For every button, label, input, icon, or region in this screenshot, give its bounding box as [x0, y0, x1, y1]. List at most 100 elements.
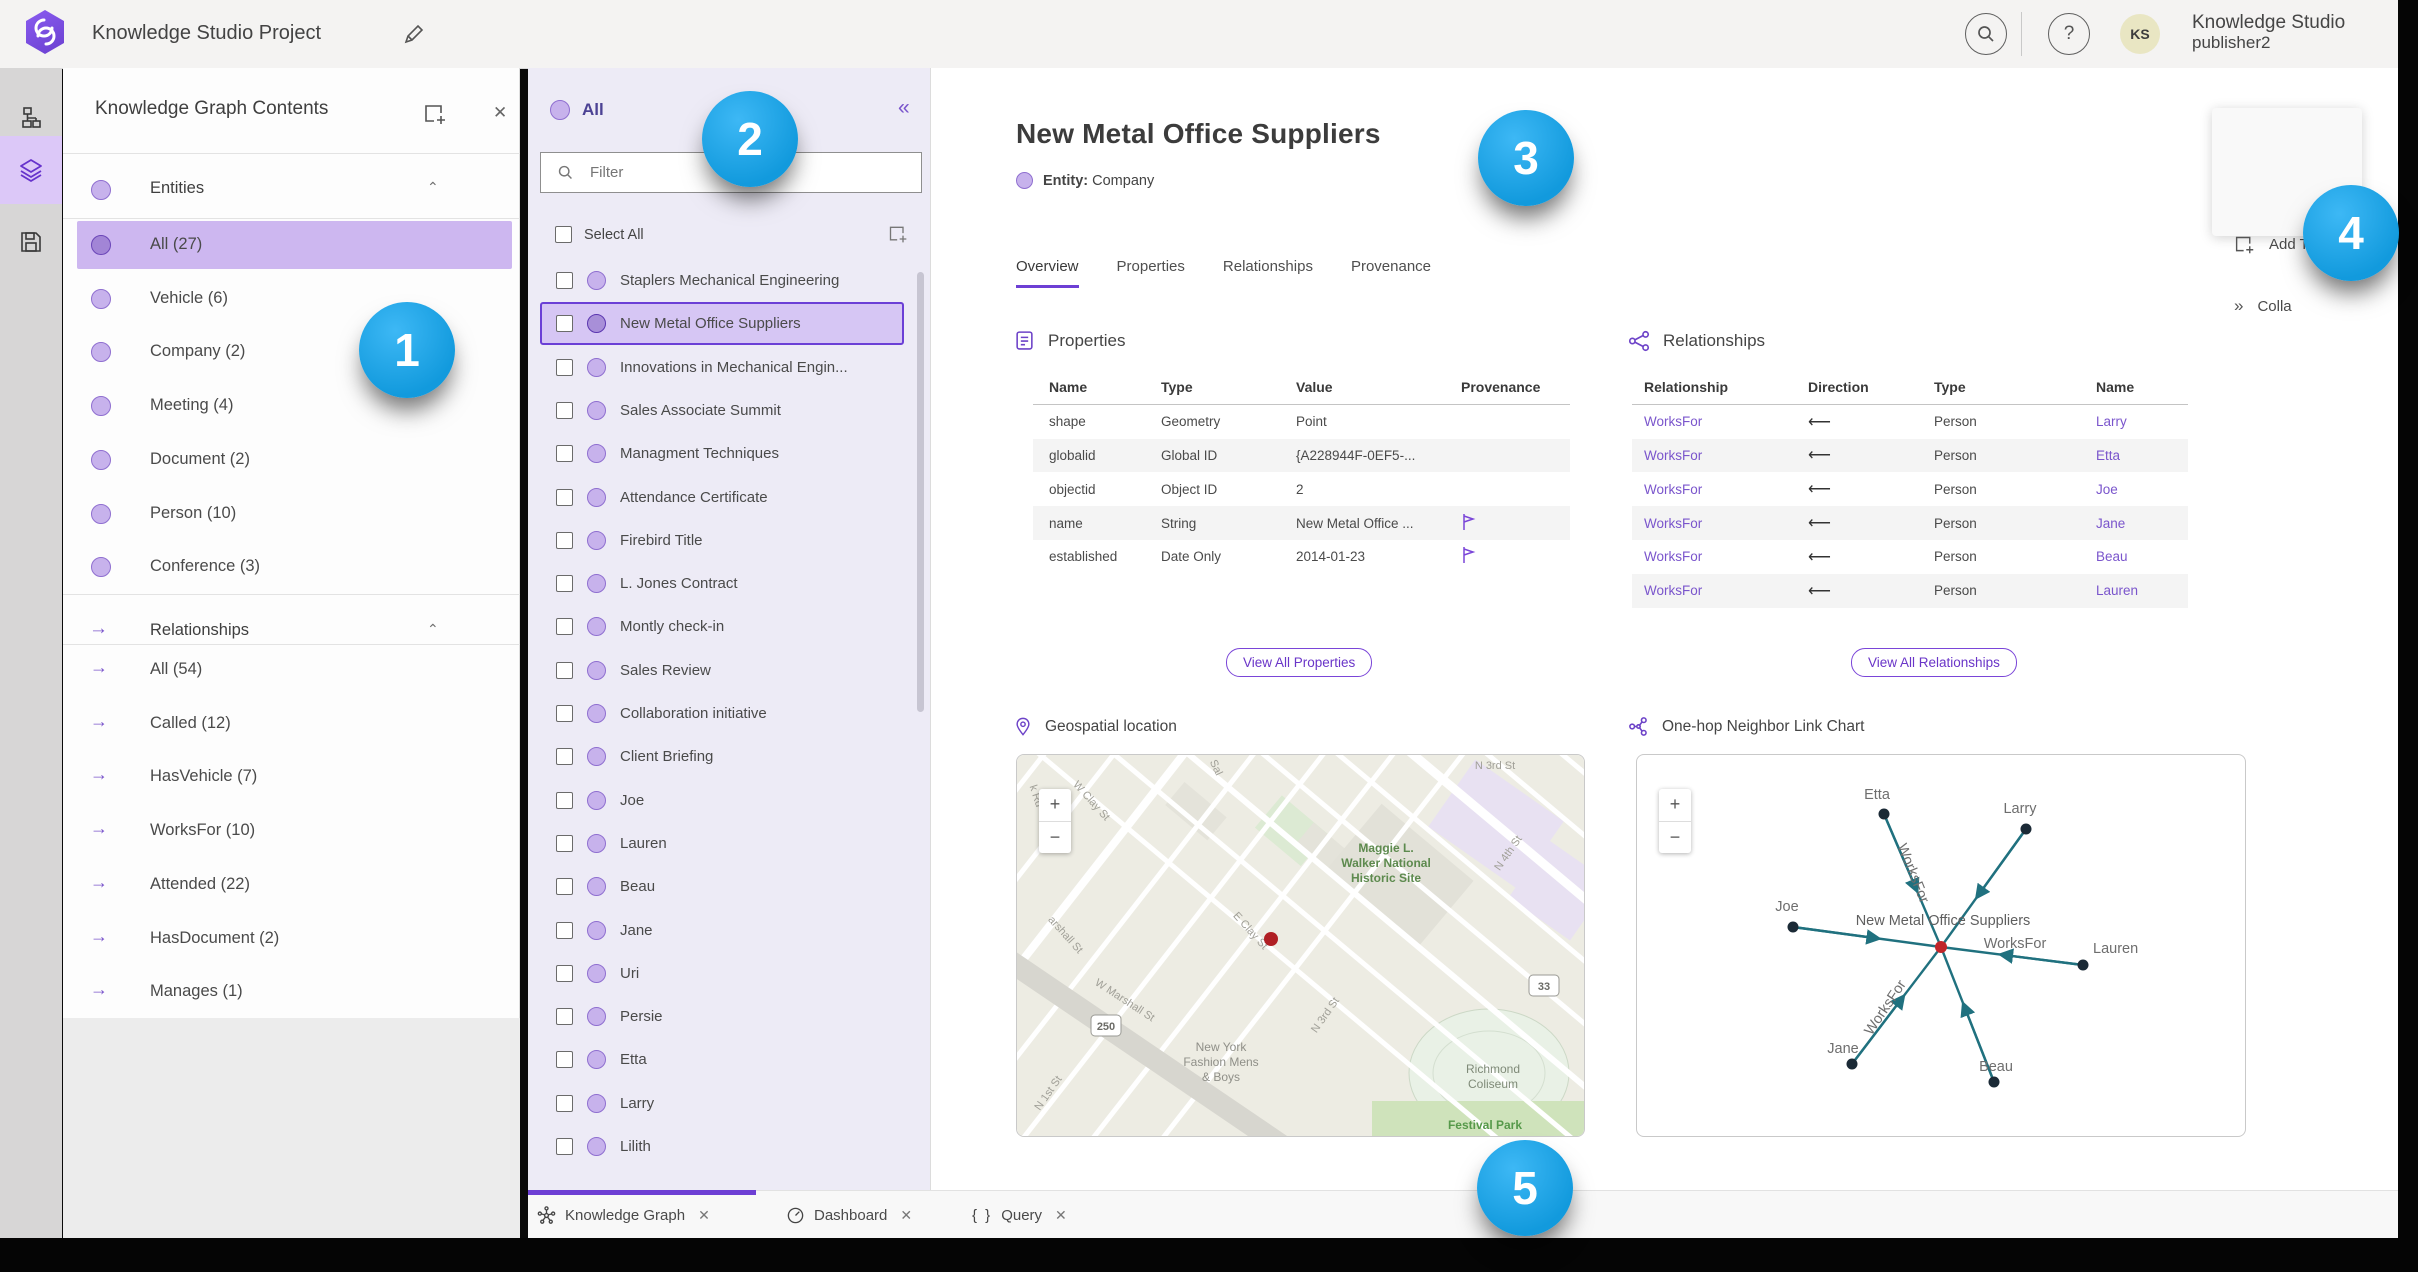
relationship-link[interactable]: WorksFor [1644, 414, 1808, 429]
sidebar-item-entity[interactable]: Conference (3) [63, 543, 520, 591]
scrollbar[interactable] [917, 272, 924, 712]
sidebar-item-entity[interactable]: Document (2) [63, 436, 520, 484]
select-all-row[interactable]: Select All [555, 226, 644, 243]
table-row[interactable]: shape Geometry Point [1033, 405, 1570, 439]
close-panel-icon[interactable]: ✕ [493, 103, 507, 123]
table-row[interactable]: WorksFor ⟵ Person Lauren [1632, 573, 2188, 608]
person-node[interactable] [2077, 959, 2089, 971]
collapse-panel-icon[interactable]: « [898, 96, 910, 120]
tab-overview[interactable]: Overview [1016, 258, 1079, 288]
list-item[interactable]: New Metal Office Suppliers [528, 302, 930, 346]
person-node[interactable] [1878, 808, 1890, 820]
item-checkbox[interactable] [556, 272, 573, 289]
sidebar-item-entity[interactable]: Meeting (4) [63, 382, 520, 430]
item-checkbox[interactable] [556, 488, 573, 506]
item-checkbox[interactable] [556, 748, 573, 766]
list-item[interactable]: Staplers Mechanical Engineering [528, 260, 930, 302]
sidebar-item-entity[interactable]: Person (10) [63, 490, 520, 538]
item-checkbox[interactable] [556, 618, 573, 636]
entity-name-link[interactable]: Lauren [2096, 583, 2200, 598]
list-item[interactable]: Lilith [528, 1126, 930, 1168]
sidebar-item-entity[interactable]: All (27) [63, 221, 520, 269]
item-checkbox[interactable] [556, 791, 573, 809]
map-zoom-control[interactable]: + − [1039, 789, 1071, 853]
collapse-menu-item[interactable]: » Colla [2234, 296, 2292, 316]
account-info[interactable]: Knowledge Studio publisher2 [2192, 12, 2345, 52]
table-row[interactable]: WorksFor ⟵ Person Etta [1632, 438, 2188, 473]
company-node[interactable] [1935, 941, 1947, 953]
list-item[interactable]: Joe [528, 780, 930, 822]
list-item[interactable]: Beau [528, 866, 930, 908]
item-checkbox[interactable] [556, 921, 573, 939]
sidebar-item-entity[interactable]: Vehicle (6) [63, 275, 520, 323]
zoom-in-button[interactable]: + [1039, 789, 1071, 822]
search-icon[interactable] [1965, 13, 2007, 55]
list-item[interactable]: Firebird Title [528, 520, 930, 562]
list-item[interactable]: Managment Techniques [528, 433, 930, 475]
item-checkbox[interactable] [556, 834, 573, 852]
item-checkbox[interactable] [556, 705, 573, 722]
tab-knowledge-graph[interactable]: Knowledge Graph ✕ [537, 1191, 710, 1239]
table-row[interactable]: WorksFor ⟵ Person Joe [1632, 472, 2188, 506]
item-checkbox[interactable] [556, 964, 573, 982]
close-tab-icon[interactable]: ✕ [900, 1207, 912, 1224]
table-row[interactable]: WorksFor ⟵ Person Beau [1632, 540, 2188, 574]
item-checkbox[interactable] [556, 358, 573, 376]
sidebar-item-relationship[interactable]: → HasDocument (2) [63, 915, 520, 963]
tab-query[interactable]: { } Query ✕ [972, 1191, 1067, 1239]
sidebar-item-relationship[interactable]: → Called (12) [63, 700, 520, 748]
list-item[interactable]: Sales Associate Summit [528, 390, 930, 432]
item-checkbox[interactable] [556, 445, 573, 463]
list-item[interactable]: Etta [528, 1039, 930, 1081]
relationship-link[interactable]: WorksFor [1644, 583, 1808, 598]
list-item[interactable]: Larry [528, 1083, 930, 1125]
relationship-link[interactable]: WorksFor [1644, 448, 1808, 463]
list-item[interactable]: Montly check-in [528, 606, 930, 648]
item-checkbox[interactable] [556, 1094, 573, 1112]
item-checkbox[interactable] [556, 401, 573, 419]
view-all-properties-button[interactable]: View All Properties [1226, 648, 1373, 677]
table-row[interactable]: WorksFor ⟵ Person Larry [1632, 405, 2188, 439]
sidebar-item-relationship[interactable]: → Attended (22) [63, 861, 520, 909]
list-item[interactable]: Innovations in Mechanical Engin... [528, 347, 930, 389]
view-all-relationships-button[interactable]: View All Relationships [1851, 648, 2017, 677]
person-node[interactable] [1988, 1076, 2000, 1088]
list-item[interactable]: Client Briefing [528, 736, 930, 778]
item-checkbox[interactable] [556, 878, 573, 896]
tab-properties[interactable]: Properties [1117, 258, 1185, 288]
table-row[interactable]: globalid Global ID {A228944F-0EF5-... [1033, 438, 1570, 473]
zoom-out-button[interactable]: − [1659, 822, 1691, 854]
list-item[interactable]: Jane [528, 910, 930, 952]
save-icon[interactable] [0, 208, 62, 276]
sidebar-item-relationship[interactable]: → All (54) [63, 646, 520, 694]
layers-icon[interactable] [0, 136, 62, 204]
list-item[interactable]: Sales Review [528, 650, 930, 692]
close-tab-icon[interactable]: ✕ [1055, 1207, 1067, 1224]
entity-name-link[interactable]: Joe [2096, 482, 2200, 497]
item-checkbox[interactable] [556, 1051, 573, 1069]
table-row[interactable]: name String New Metal Office ... [1033, 506, 1570, 540]
add-selection-icon[interactable] [888, 224, 908, 249]
tab-dashboard[interactable]: Dashboard ✕ [786, 1191, 912, 1239]
table-row[interactable]: objectid Object ID 2 [1033, 472, 1570, 506]
help-icon[interactable]: ? [2048, 13, 2090, 55]
tab-provenance[interactable]: Provenance [1351, 258, 1431, 288]
person-node[interactable] [1787, 921, 1799, 933]
entities-section-header[interactable]: Entities ⌃ [63, 162, 520, 218]
item-checkbox[interactable] [556, 1138, 573, 1155]
zoom-out-button[interactable]: − [1039, 822, 1071, 854]
relationship-link[interactable]: WorksFor [1644, 516, 1808, 531]
entity-name-link[interactable]: Jane [2096, 516, 2200, 531]
person-node[interactable] [2020, 823, 2032, 835]
chart-zoom-control[interactable]: + − [1659, 789, 1691, 853]
edit-title-icon[interactable] [402, 22, 426, 51]
sidebar-item-relationship[interactable]: → Manages (1) [63, 968, 520, 1016]
relationship-link[interactable]: WorksFor [1644, 549, 1808, 564]
list-item[interactable]: Uri [528, 953, 930, 995]
list-item[interactable]: Persie [528, 996, 930, 1038]
avatar[interactable]: KS [2120, 14, 2160, 54]
entity-name-link[interactable]: Beau [2096, 549, 2200, 564]
list-item[interactable]: L. Jones Contract [528, 563, 930, 605]
table-row[interactable]: WorksFor ⟵ Person Jane [1632, 506, 2188, 540]
item-checkbox[interactable] [556, 531, 573, 549]
